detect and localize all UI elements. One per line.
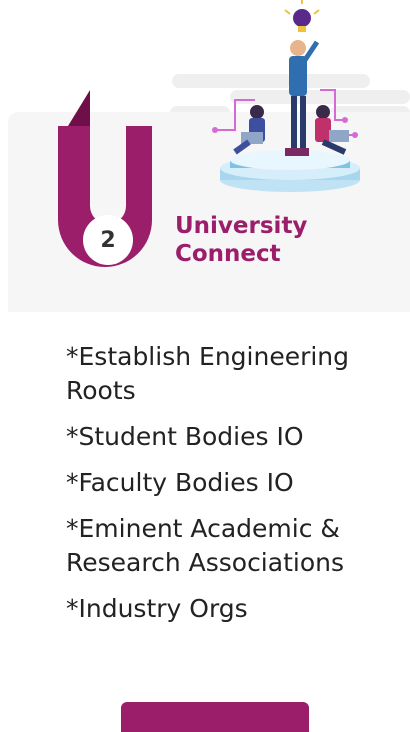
step-number-badge: 2 bbox=[83, 215, 133, 265]
lightbulb-icon bbox=[284, 0, 320, 32]
list-item: *Student Bodies IO bbox=[66, 422, 304, 451]
item-list: *Establish Engineering Roots *Student Bo… bbox=[66, 340, 401, 638]
step-title-line2: Connect bbox=[175, 241, 281, 267]
step-title: University Connect bbox=[175, 212, 395, 268]
team-illustration bbox=[212, 0, 360, 192]
list-item: *Eminent Academic & Research Association… bbox=[66, 514, 344, 577]
step-number: 2 bbox=[100, 227, 116, 253]
list-item: *Faculty Bodies IO bbox=[66, 468, 294, 497]
bottom-button[interactable] bbox=[121, 702, 309, 732]
list-item: *Establish Engineering Roots bbox=[66, 342, 350, 405]
step-title-line1: University bbox=[175, 213, 308, 239]
list-item: *Industry Orgs bbox=[66, 594, 248, 623]
